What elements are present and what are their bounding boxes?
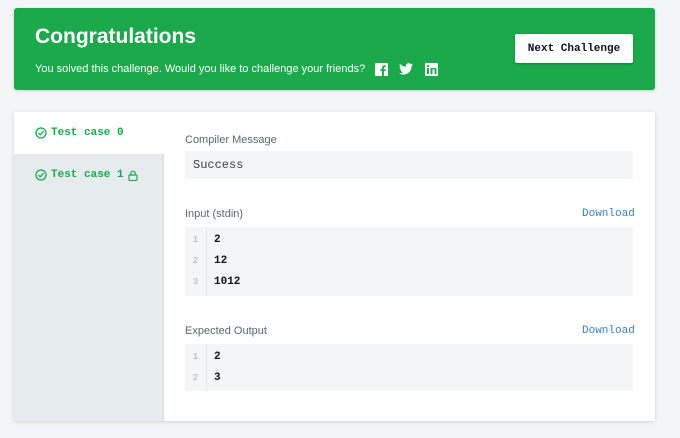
line-number: 1 — [192, 234, 199, 245]
tab-test-case-0[interactable]: Test case 0 — [14, 112, 164, 154]
expected-code-box: 1 2 2 3 — [185, 344, 633, 391]
next-challenge-button[interactable]: Next Challenge — [515, 34, 633, 63]
linkedin-icon[interactable] — [424, 62, 438, 76]
tab-label: Test case 1 — [51, 169, 124, 181]
input-label: Input (stdin) — [185, 208, 244, 220]
check-circle-icon — [35, 169, 47, 181]
code-text: 1012 — [214, 275, 241, 288]
line-number: 1 — [192, 351, 199, 362]
compiler-message-label: Compiler Message — [185, 134, 277, 146]
expected-output-label: Expected Output — [185, 325, 267, 337]
line-number: 3 — [192, 276, 199, 287]
facebook-icon[interactable] — [374, 62, 388, 76]
success-banner: Congratulations You solved this challeng… — [14, 8, 655, 90]
input-code-box: 1 2 2 12 3 1012 — [185, 227, 633, 296]
tab-label: Test case 0 — [51, 127, 124, 139]
code-line: 2 3 — [185, 367, 633, 388]
tab-test-case-1[interactable]: Test case 1 — [14, 154, 164, 196]
test-results-card: Test case 0 Test case 1 Compiler Message… — [14, 112, 655, 421]
banner-subtitle-row: You solved this challenge. Would you lik… — [35, 61, 438, 77]
line-number: 2 — [192, 255, 199, 266]
test-case-tabs: Test case 0 Test case 1 — [14, 112, 164, 421]
expected-download-link[interactable]: Download — [582, 325, 635, 337]
code-text: 3 — [214, 371, 221, 384]
compiler-message-box: Success — [185, 151, 633, 179]
code-line: 1 2 — [185, 346, 633, 367]
line-number: 2 — [192, 372, 199, 383]
compiler-message-text: Success — [193, 158, 244, 172]
code-line: 2 12 — [185, 250, 633, 271]
code-text: 2 — [214, 233, 221, 246]
tab-divider — [162, 154, 165, 421]
twitter-icon[interactable] — [399, 62, 414, 76]
lock-icon — [128, 170, 138, 181]
check-circle-icon — [35, 127, 47, 139]
banner-title: Congratulations — [35, 25, 196, 48]
code-text: 12 — [214, 254, 228, 267]
banner-subtitle: You solved this challenge. Would you lik… — [35, 63, 366, 75]
code-text: 2 — [214, 350, 221, 363]
input-download-link[interactable]: Download — [582, 208, 635, 220]
code-line: 1 2 — [185, 229, 633, 250]
code-line: 3 1012 — [185, 271, 633, 292]
